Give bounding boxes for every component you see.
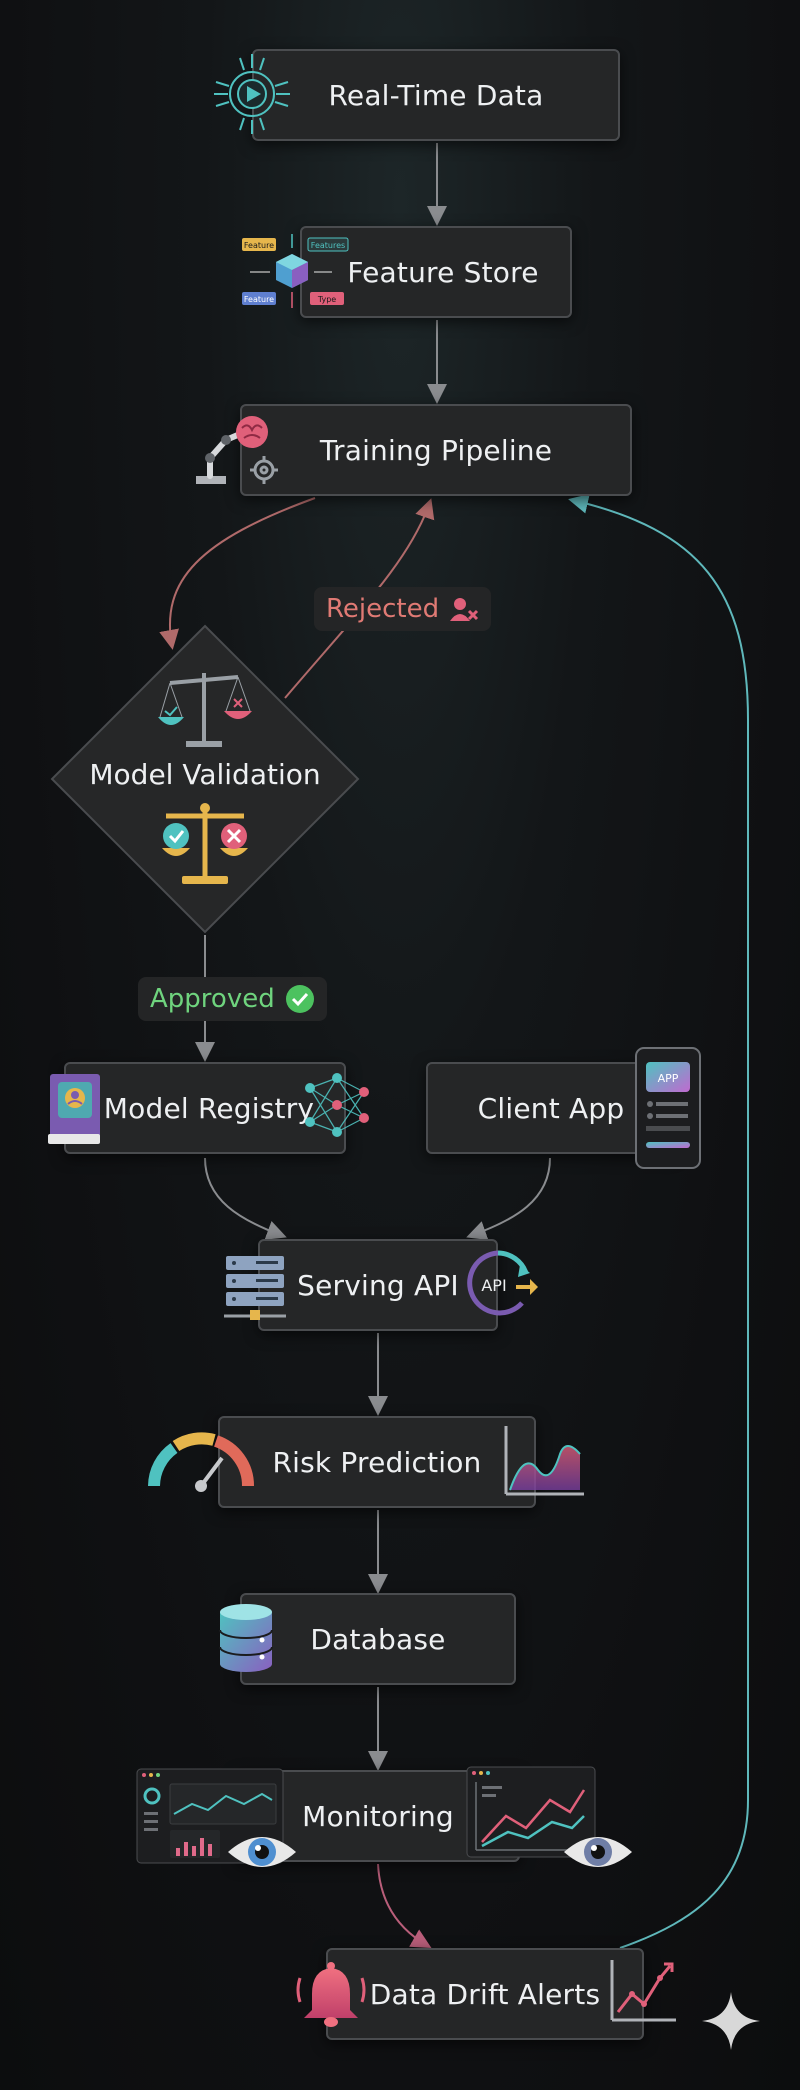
data-stream-icon [214, 54, 290, 134]
edge-label-approved: Approved [138, 977, 327, 1021]
scales-icon [158, 673, 252, 747]
node-data-drift-alerts: Data Drift Alerts [326, 1948, 644, 2040]
api-refresh-icon: API [467, 1250, 538, 1316]
server-rack-icon [224, 1256, 286, 1320]
check-circle-icon [285, 985, 314, 1013]
api-badge-text: API [481, 1276, 506, 1295]
node-database: Database [240, 1593, 516, 1685]
risk-gauge-icon [148, 1432, 255, 1492]
sparkle-icon [702, 1992, 760, 2050]
feature-tag-text-2: Feature [244, 295, 274, 304]
node-label: Training Pipeline [319, 433, 553, 467]
node-label: Real-Time Data [328, 78, 544, 112]
balance-check-cross-icon [162, 803, 248, 884]
node-label: Feature Store [347, 255, 539, 289]
node-label: Monitoring [302, 1799, 454, 1833]
type-tag-text: Type [317, 295, 336, 304]
node-label: Client App [477, 1091, 625, 1125]
flowchart-canvas: Real-Time Data Feature Store Feature Fea… [0, 0, 800, 2090]
arrow-registry-to-serving [204, 1157, 287, 1240]
user-rejected-icon [450, 598, 479, 621]
eye-icon-2 [564, 1837, 632, 1867]
node-label: Model Registry [103, 1091, 315, 1125]
node-training-pipeline: Training Pipeline [240, 404, 632, 496]
node-label: Serving API [297, 1268, 459, 1302]
smartphone-app-icon: APP [635, 1047, 701, 1169]
features-tag-text: Features [311, 241, 345, 250]
neural-network-icon [305, 1073, 369, 1137]
trend-chart-icon [610, 1960, 676, 2022]
database-cylinder-icon [219, 1604, 273, 1672]
feature-tag-text: Feature [244, 241, 274, 250]
node-label: Model Validation [89, 758, 321, 791]
feature-cube-icon: Feature Features Feature Type [242, 234, 349, 308]
alert-bell-icon [296, 1962, 366, 2027]
approved-text: Approved [150, 984, 275, 1014]
area-chart-icon [504, 1426, 584, 1496]
robot-arm-brain-icon [196, 416, 278, 484]
node-risk-prediction: Risk Prediction [218, 1416, 536, 1508]
node-label: Database [310, 1622, 446, 1656]
arrow-client-to-serving [466, 1157, 551, 1241]
node-label: Risk Prediction [272, 1445, 482, 1479]
rejected-text: Rejected [326, 594, 440, 624]
node-label: Data Drift Alerts [369, 1977, 601, 2011]
node-realtime-data: Real-Time Data [252, 49, 620, 141]
eye-icon [228, 1837, 296, 1867]
arrow-drift-to-training [568, 493, 749, 1949]
registry-book-icon [48, 1074, 100, 1144]
app-badge-text: APP [658, 1072, 679, 1085]
node-model-validation: Model Validation [50, 758, 360, 791]
arrow-monitoring-to-drift [377, 1863, 432, 1948]
